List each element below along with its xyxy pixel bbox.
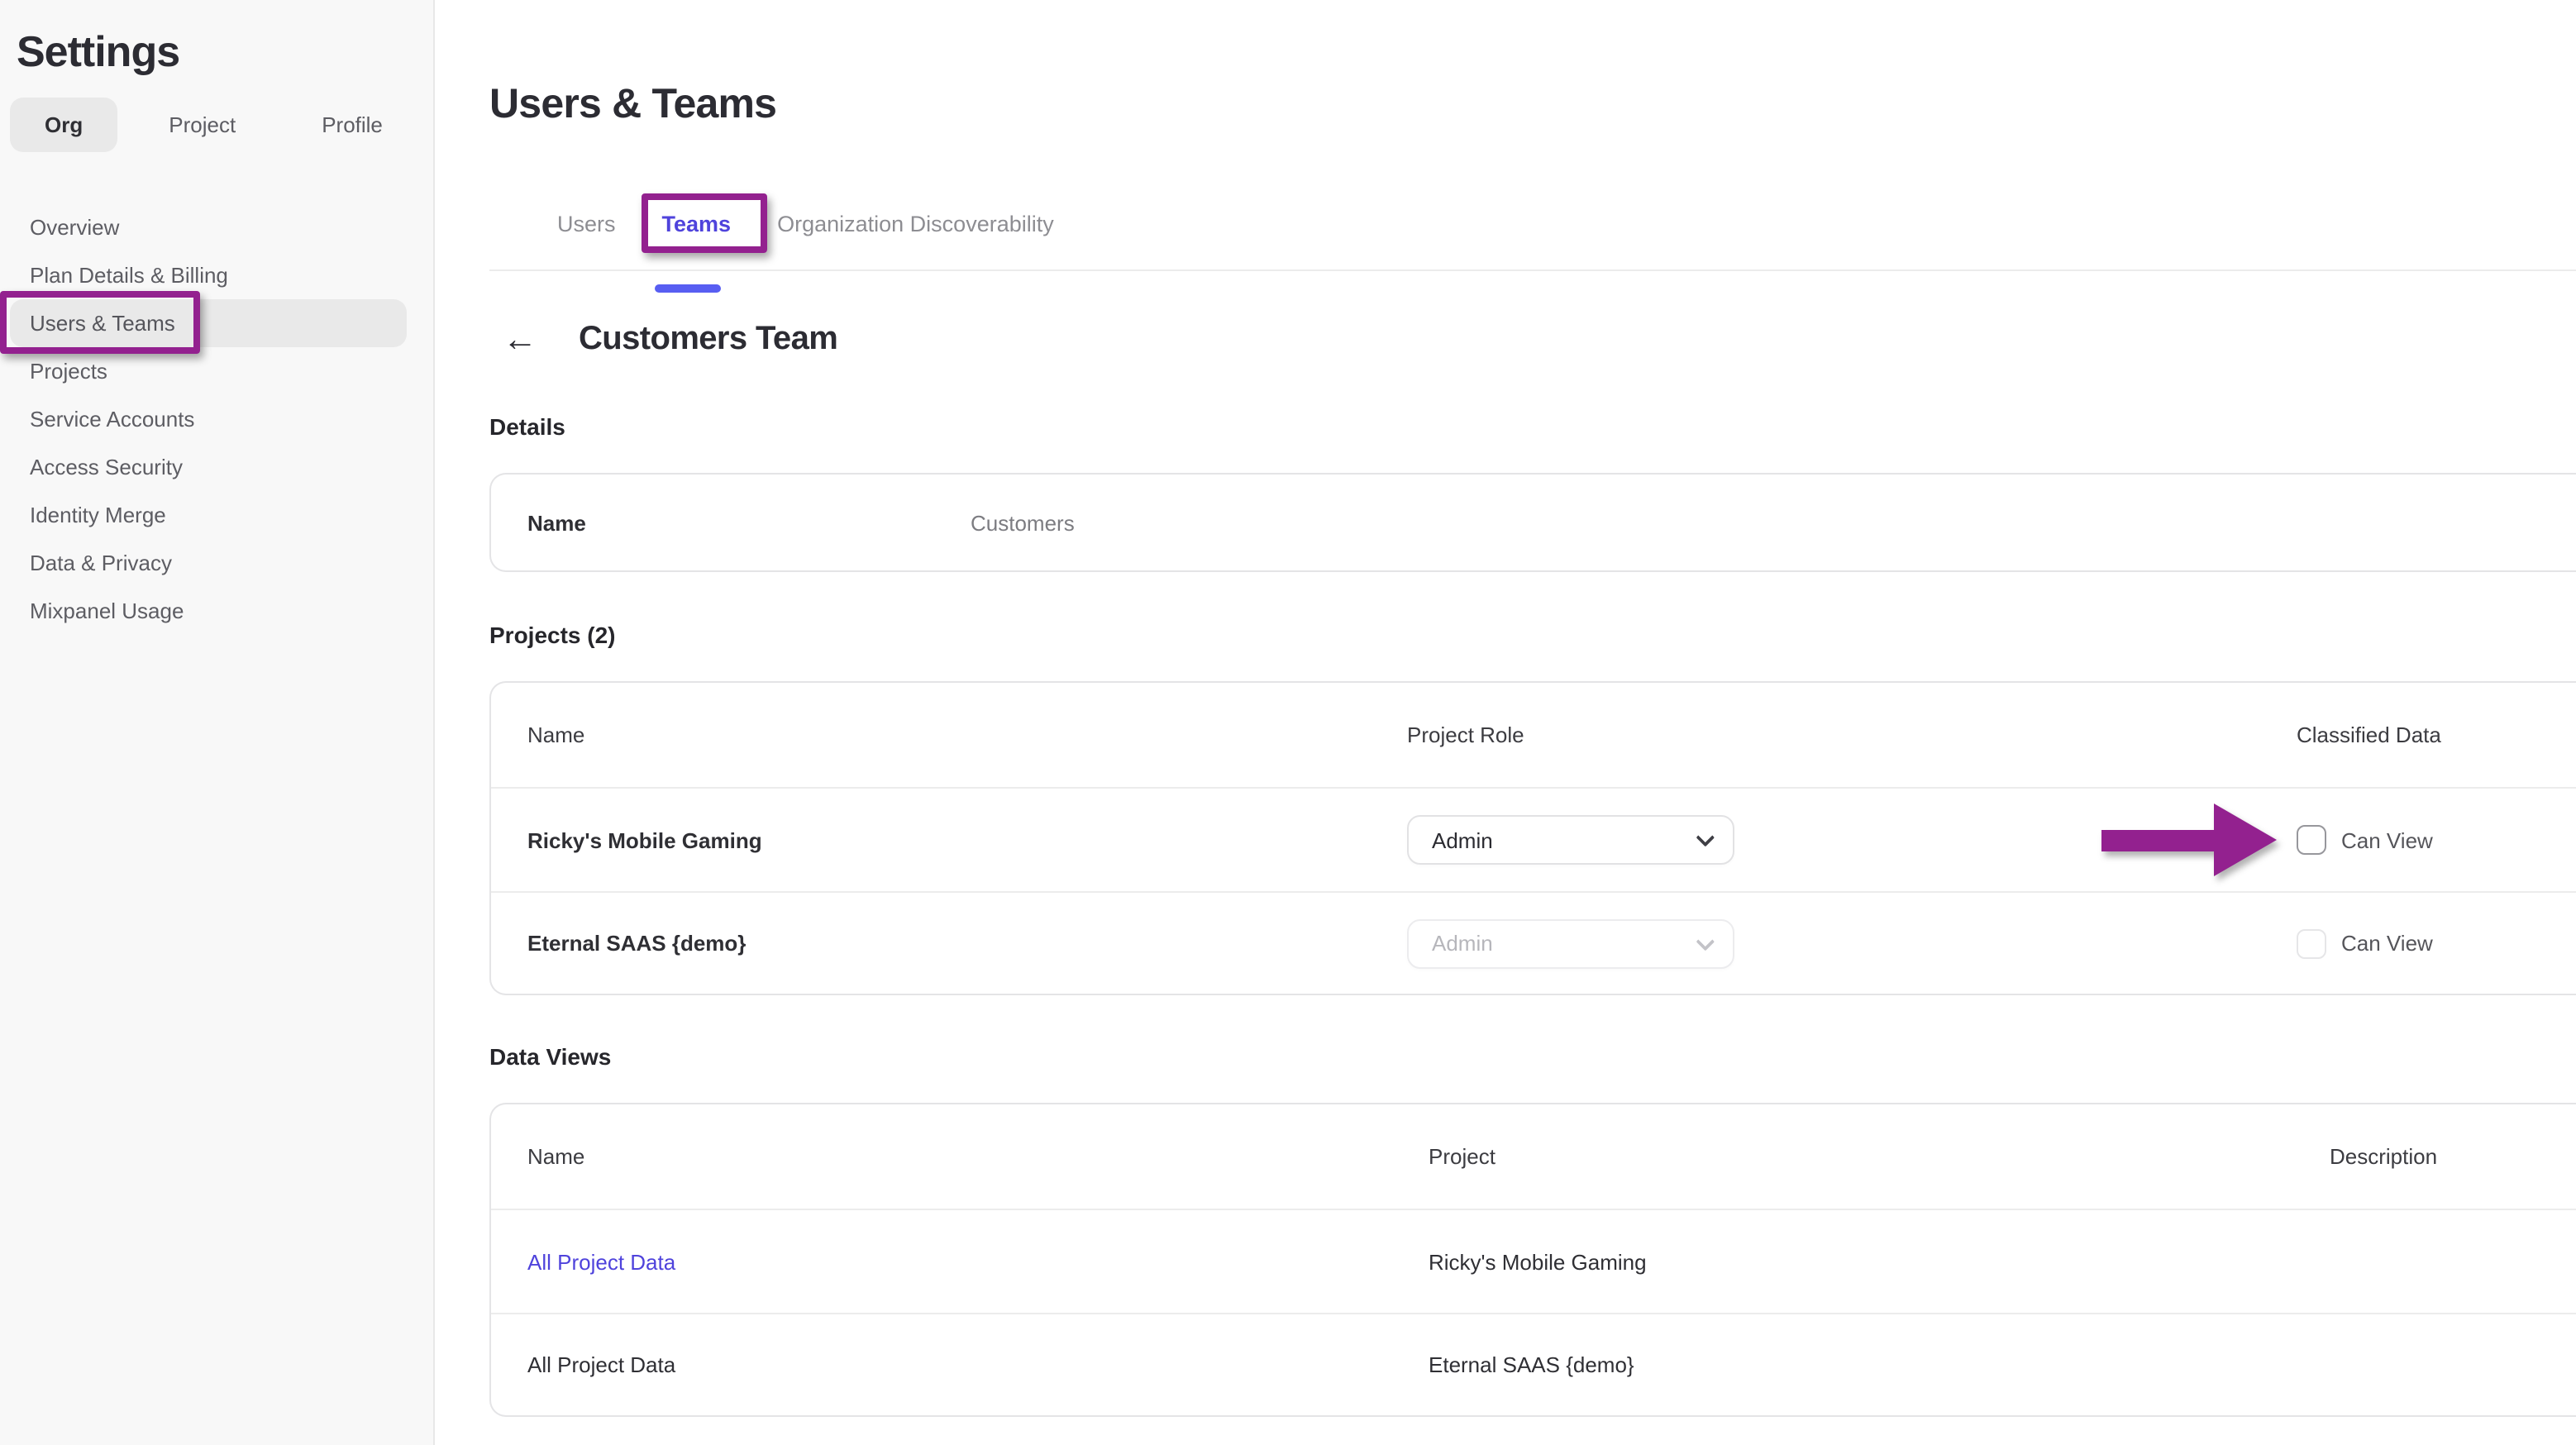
classified-data-cell: Can View [2297,928,2576,958]
chevron-down-icon [1696,932,1715,951]
col-header-name: Name [527,1144,1429,1169]
sidebar-item-plan-details-billing[interactable]: Plan Details & Billing [0,251,435,299]
projects-heading: Projects (2) [489,622,616,648]
tab-teams[interactable]: Teams [662,208,732,240]
data-views-table: Name Project Description All Project Dat… [489,1103,2576,1417]
sidebar-item-identity-merge[interactable]: Identity Merge [0,491,435,539]
can-view-label: Can View [2341,931,2433,956]
can-view-checkbox[interactable] [2297,825,2326,855]
main-content: Users & Teams Users Teams Organization D… [435,0,2576,1445]
chevron-down-icon [1696,828,1715,847]
settings-page: Settings Org Project Profile Overview Pl… [0,0,2576,1445]
settings-scope-tabs: Org Project Profile [10,98,417,152]
sidebar-item-mixpanel-usage[interactable]: Mixpanel Usage [0,587,435,635]
sidebar-item-service-accounts[interactable]: Service Accounts [0,395,435,443]
col-header-project: Project [1429,1144,2330,1169]
project-row-eternal-saas: Eternal SAAS {demo} Admin Can View [491,891,2576,994]
settings-sidebar: Settings Org Project Profile Overview Pl… [0,0,435,1445]
project-name: Ricky's Mobile Gaming [527,827,1407,852]
col-header-project-role: Project Role [1407,722,2297,747]
sidebar-nav: Overview Plan Details & Billing Users & … [0,203,435,635]
sidebar-item-overview[interactable]: Overview [0,203,435,251]
data-view-name: All Project Data [527,1352,1429,1377]
data-view-project: Eternal SAAS {demo} [1429,1352,2330,1377]
data-view-project: Ricky's Mobile Gaming [1429,1249,2330,1274]
tab-profile[interactable]: Profile [287,98,417,152]
details-name-label: Name [527,510,971,535]
tab-organization-discoverability[interactable]: Organization Discoverability [777,208,1054,240]
sidebar-item-label: Users & Teams [30,311,175,336]
projects-table-header: Name Project Role Classified Data [491,683,2576,789]
team-header: ← Customers Team [503,321,837,359]
col-header-name: Name [527,722,1407,747]
data-view-name-link[interactable]: All Project Data [527,1249,1429,1274]
project-role-cell: Admin [1407,815,2297,865]
data-view-row-1: All Project Data Ricky's Mobile Gaming [491,1210,2576,1313]
projects-table: Name Project Role Classified Data Ricky'… [489,681,2576,995]
tab-project[interactable]: Project [134,98,270,152]
tabbar-divider [489,269,2576,271]
col-header-description: Description [2330,1144,2576,1169]
data-views-heading: Data Views [489,1043,611,1070]
sidebar-item-access-security[interactable]: Access Security [0,443,435,491]
users-teams-tabs: Users Teams Organization Discoverability [557,208,1054,240]
role-select-value: Admin [1432,827,1493,852]
tab-teams-label: Teams [662,212,732,236]
project-role-cell: Admin [1407,918,2297,968]
page-title: Users & Teams [489,81,776,129]
active-tab-indicator [656,284,722,293]
role-select[interactable]: Admin [1407,815,1734,865]
role-select-disabled: Admin [1407,918,1734,968]
data-views-table-header: Name Project Description [491,1104,2576,1210]
data-view-row-2: All Project Data Eternal SAAS {demo} [491,1313,2576,1415]
details-heading: Details [489,413,565,440]
sidebar-item-data-privacy[interactable]: Data & Privacy [0,539,435,587]
details-card: Name Customers [489,473,2576,572]
project-name: Eternal SAAS {demo} [527,931,1407,956]
classified-data-cell: Can View [2297,825,2576,855]
can-view-label: Can View [2341,827,2433,852]
details-name-value: Customers [971,510,2576,535]
col-header-classified-data: Classified Data [2297,722,2576,747]
sidebar-item-users-teams[interactable]: Users & Teams [10,299,407,347]
settings-title: Settings [17,26,179,78]
role-select-value: Admin [1432,931,1493,956]
sidebar-item-projects[interactable]: Projects [0,347,435,395]
can-view-checkbox[interactable] [2297,928,2326,958]
tab-users[interactable]: Users [557,208,616,240]
team-title: Customers Team [579,321,837,359]
details-row-name: Name Customers [491,475,2576,570]
back-arrow-icon[interactable]: ← [503,322,537,357]
tab-org[interactable]: Org [10,98,117,152]
project-row-rickys-mobile-gaming: Ricky's Mobile Gaming Admin Can View [491,789,2576,891]
